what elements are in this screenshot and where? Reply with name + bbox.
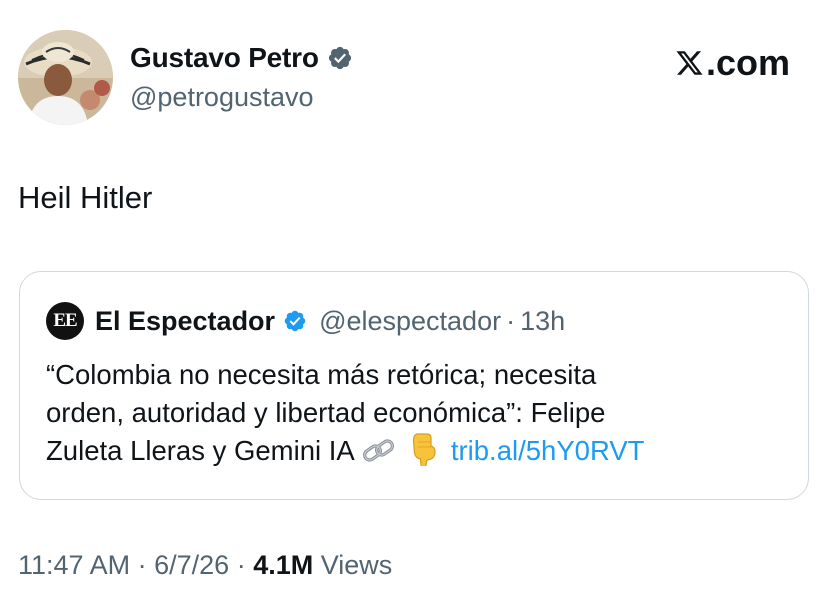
quoted-post-text: “Colombia no necesita más retórica; nece… [46,356,786,470]
quoted-timestamp[interactable]: 13h [520,306,565,337]
quoted-post-link[interactable]: trib.al/5hY0RVT [451,435,645,466]
post-date[interactable]: 6/7/26 [154,550,229,580]
quoted-text-line: “Colombia no necesita más retórica; nece… [46,359,597,390]
author-name[interactable]: Gustavo Petro [130,42,319,74]
quoted-avatar[interactable]: EE [46,302,84,340]
separator-dot: · [506,305,516,336]
brand-text: .com [705,42,790,83]
post-time[interactable]: 11:47 AM [18,550,130,580]
x-logo-icon [675,47,704,79]
quoted-text-line: orden, autoridad y libertad económica”: … [46,397,606,428]
brand-mark: .com [675,42,790,84]
quoted-post-card[interactable]: EE El Espectador @elespectador · 13h “Co… [19,271,809,500]
author-handle[interactable]: @petrogustavo [130,82,314,113]
verified-badge-icon [283,309,307,333]
author-row: Gustavo Petro [130,42,353,74]
views-count: 4.1M [253,550,314,580]
link-icon [361,436,397,466]
post-meta: 11:47 AM · 6/7/26 · 4.1M Views [18,550,392,581]
post-text: Heil Hitler [18,180,153,215]
post-header: Gustavo Petro @petrogustavo .com [18,22,810,132]
separator-dot: · [236,550,246,580]
quoted-post-header: EE El Espectador @elespectador · 13h [46,302,565,340]
quoted-text-fragment: Zuleta Lleras y Gemini IA [46,435,354,466]
quoted-author-name[interactable]: El Espectador [95,306,275,337]
pointing-down-icon [409,432,439,466]
quoted-text-line-last: Zuleta Lleras y Gemini IA trib.al/5hY0RV… [46,432,786,470]
views-label: Views [320,550,393,580]
avatar[interactable] [18,30,113,125]
separator-dot: · [137,550,147,580]
verified-badge-icon[interactable] [327,45,353,71]
quoted-author-handle[interactable]: @elespectador [319,306,501,337]
